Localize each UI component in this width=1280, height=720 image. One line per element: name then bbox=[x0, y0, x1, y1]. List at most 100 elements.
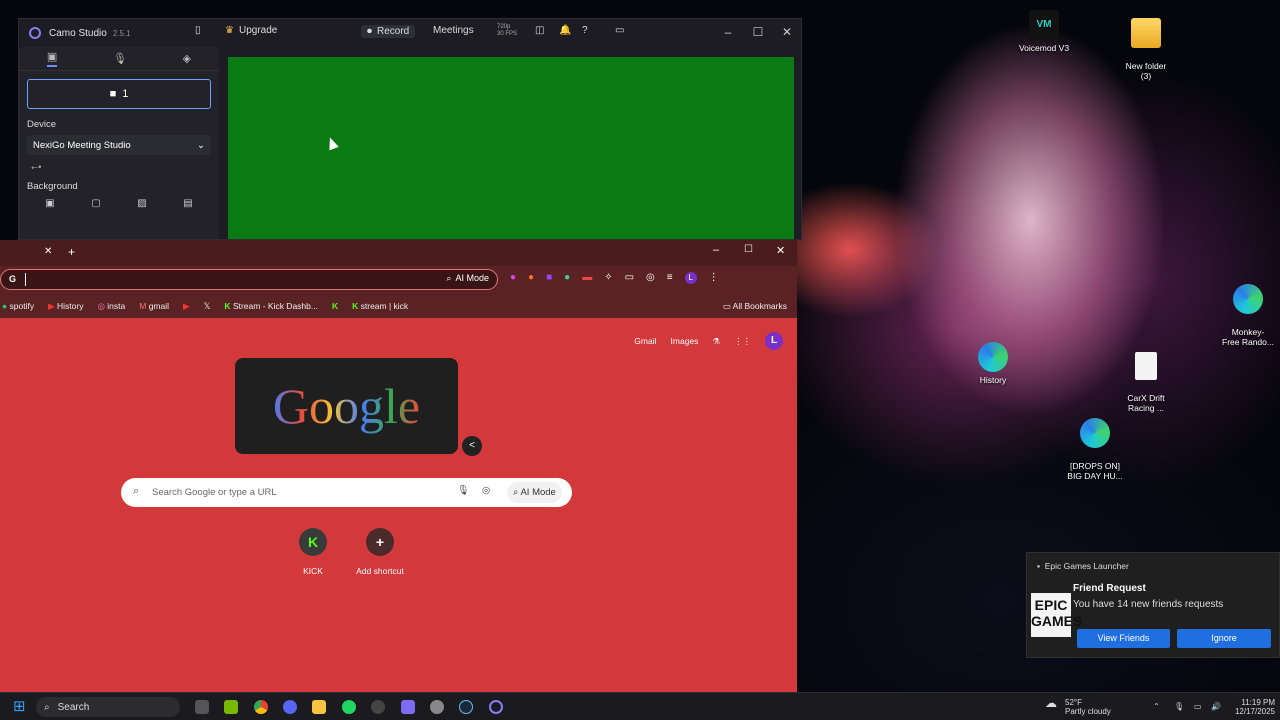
bookmark-kick-dashboard[interactable]: K Stream - Kick Dashb... bbox=[224, 301, 318, 311]
close-button[interactable]: ✕ bbox=[777, 25, 797, 39]
discord-icon[interactable] bbox=[283, 700, 297, 714]
bookmark-x[interactable]: 𝕏 bbox=[204, 301, 211, 312]
panel-toggle-icon[interactable]: ▭ bbox=[615, 25, 624, 36]
background-portrait-icon[interactable]: ▢ bbox=[91, 198, 100, 209]
youtube-icon: ▶ bbox=[183, 300, 190, 311]
edge-icon bbox=[1233, 284, 1263, 314]
bookmark-spotify[interactable]: ● spotify bbox=[2, 301, 34, 311]
avatar[interactable]: L bbox=[765, 332, 783, 350]
desktop-icon-label: Voicemod V3 bbox=[1018, 43, 1070, 53]
view-friends-button[interactable]: View Friends bbox=[1077, 629, 1170, 648]
profile-avatar-icon[interactable]: L bbox=[684, 272, 697, 284]
camera-preview[interactable] bbox=[228, 57, 794, 239]
extension-icon[interactable]: ● bbox=[564, 272, 570, 284]
desktop-icon-new-folder[interactable]: New folder (3) bbox=[1106, 8, 1186, 81]
shortcut-label: Add shortcut bbox=[356, 566, 404, 576]
labs-flask-icon[interactable]: ⚗ bbox=[712, 336, 720, 347]
extension-icon[interactable]: ▬ bbox=[582, 272, 592, 284]
desktop-icon-carx[interactable]: CarX Drift Racing ... bbox=[1106, 342, 1186, 413]
new-tab-button[interactable]: + bbox=[68, 245, 75, 259]
background-replace-icon[interactable]: ▤ bbox=[183, 198, 192, 209]
game-controller-icon[interactable] bbox=[401, 700, 415, 714]
minimize-button[interactable]: – bbox=[713, 244, 719, 256]
gmail-link[interactable]: Gmail bbox=[634, 336, 656, 346]
menu-kebab-icon[interactable]: ⋮ bbox=[709, 272, 719, 284]
close-tab-icon[interactable]: ✕ bbox=[44, 246, 52, 257]
notification-bell-icon[interactable]: 🔔 bbox=[559, 25, 571, 36]
camo-icon[interactable] bbox=[489, 700, 503, 714]
microphone-icon[interactable]: 🎙 bbox=[457, 485, 469, 496]
close-button[interactable]: ✕ bbox=[776, 244, 785, 257]
obs-icon[interactable] bbox=[371, 700, 385, 714]
images-link[interactable]: Images bbox=[671, 336, 699, 346]
bookmark-history[interactable]: ▶ History bbox=[48, 301, 83, 312]
extensions-puzzle-icon[interactable]: ✧ bbox=[604, 272, 612, 284]
ai-mode-button[interactable]: ⌕ AI Mode bbox=[507, 482, 562, 503]
extension-icon[interactable]: ● bbox=[528, 272, 534, 284]
microphone-tab-icon[interactable]: 🎙 bbox=[113, 52, 127, 65]
weather-widget[interactable]: 52°F Partly cloudy bbox=[1065, 698, 1111, 716]
bookmark-label: gmail bbox=[148, 301, 170, 311]
ntp-search-box[interactable]: ⌕ Search Google or type a URL 🎙 ◎ ⌕ AI M… bbox=[121, 478, 572, 507]
layout-icon[interactable]: ◫ bbox=[535, 25, 544, 36]
maximize-button[interactable]: ☐ bbox=[748, 25, 768, 39]
bookmark-kick[interactable]: K bbox=[332, 301, 338, 311]
shortcut-add[interactable]: + Add shortcut bbox=[345, 528, 415, 576]
camo-titlebar: Camo Studio 2.5.1 ▯ ♛ Upgrade ⏺ Record M… bbox=[19, 19, 801, 47]
ignore-button[interactable]: Ignore bbox=[1177, 629, 1271, 648]
all-bookmarks-button[interactable]: ▭ All Bookmarks bbox=[723, 301, 787, 312]
chrome-icon[interactable] bbox=[254, 700, 268, 714]
background-blur-icon[interactable]: ▨ bbox=[137, 198, 146, 209]
task-view-icon[interactable] bbox=[195, 700, 209, 714]
epic-small-icon: ▪ bbox=[1037, 561, 1041, 571]
desktop-icon-drops[interactable]: [DROPS ON] BIG DAY HU... bbox=[1055, 408, 1135, 481]
device-dropdown[interactable]: NexiGo Meeting Studio ⌄ bbox=[27, 135, 211, 155]
extension-icon[interactable]: ● bbox=[510, 272, 516, 284]
settings-gear-icon[interactable] bbox=[430, 700, 444, 714]
steam-icon[interactable] bbox=[459, 700, 473, 714]
camera-select-button[interactable]: ■ 1 bbox=[27, 79, 211, 109]
sidebar-toggle-icon[interactable]: ▯ bbox=[195, 25, 201, 36]
bookmark-youtube[interactable]: ▶ bbox=[183, 301, 190, 312]
desktop-icon-monkey[interactable]: Monkey- Free Rando... bbox=[1208, 274, 1280, 347]
weather-icon: ☁ bbox=[1045, 696, 1057, 710]
omnibox-ai-mode-button[interactable]: ⌕ AI Mode bbox=[446, 273, 489, 284]
bookmark-insta[interactable]: ◎ insta bbox=[97, 301, 125, 312]
file-explorer-icon[interactable] bbox=[312, 700, 326, 714]
record-tab[interactable]: ⏺ Record bbox=[361, 25, 416, 38]
help-icon[interactable]: ? bbox=[582, 25, 588, 36]
twitch-extension-icon[interactable]: ■ bbox=[546, 272, 552, 284]
nvidia-icon[interactable] bbox=[224, 700, 238, 714]
chrome-toolbar: G ⌕ AI Mode ● ● ■ ● ▬ ✧ ▭ ◎ ≡ L ⋮ bbox=[0, 266, 797, 294]
volume-icon[interactable]: 🔊 bbox=[1211, 702, 1221, 711]
upgrade-button[interactable]: ♛ Upgrade bbox=[225, 25, 277, 36]
address-bar[interactable]: G ⌕ AI Mode bbox=[0, 269, 498, 290]
clock[interactable]: 11:19 PM 12/17/2025 bbox=[1233, 698, 1275, 716]
maximize-button[interactable]: ☐ bbox=[744, 244, 753, 255]
video-tab-icon[interactable]: ▣ bbox=[46, 50, 58, 67]
taskbar-search[interactable]: ⌕ Search bbox=[36, 697, 180, 717]
spotify-icon[interactable] bbox=[342, 700, 356, 714]
cast-icon[interactable]: ▭ bbox=[625, 272, 634, 284]
apps-grid-icon[interactable]: ⋮⋮ bbox=[734, 336, 751, 347]
microphone-icon[interactable]: 🎙 bbox=[1174, 702, 1184, 711]
minimize-button[interactable]: – bbox=[718, 25, 738, 39]
bookmark-stream-kick[interactable]: K stream | kick bbox=[352, 301, 408, 311]
bookmark-gmail[interactable]: M gmail bbox=[139, 301, 169, 311]
layers-tab-icon[interactable]: ◈ bbox=[183, 52, 191, 65]
shortcut-kick[interactable]: K KICK bbox=[278, 528, 348, 576]
desktop-icon-voicemod[interactable]: VM Voicemod V3 bbox=[1004, 10, 1084, 53]
background-none-icon[interactable]: ▣ bbox=[45, 198, 54, 209]
windows-start-icon[interactable]: ⊞ bbox=[13, 699, 26, 714]
chevron-up-icon[interactable]: ⌃ bbox=[1153, 702, 1160, 711]
meetings-tab[interactable]: Meetings bbox=[433, 25, 474, 36]
google-doodle[interactable]: Google bbox=[235, 358, 458, 454]
reading-list-icon[interactable]: ≡ bbox=[667, 272, 673, 284]
lens-icon[interactable]: ◎ bbox=[646, 272, 655, 284]
desktop-icon-label: [DROPS ON] BIG DAY HU... bbox=[1067, 461, 1123, 481]
spotify-icon: ● bbox=[2, 301, 8, 311]
share-icon[interactable]: < bbox=[462, 436, 482, 456]
desktop-icon-history[interactable]: History bbox=[953, 342, 1033, 385]
lens-icon[interactable]: ◎ bbox=[482, 485, 490, 496]
network-icon[interactable]: ▭ bbox=[1194, 702, 1202, 711]
